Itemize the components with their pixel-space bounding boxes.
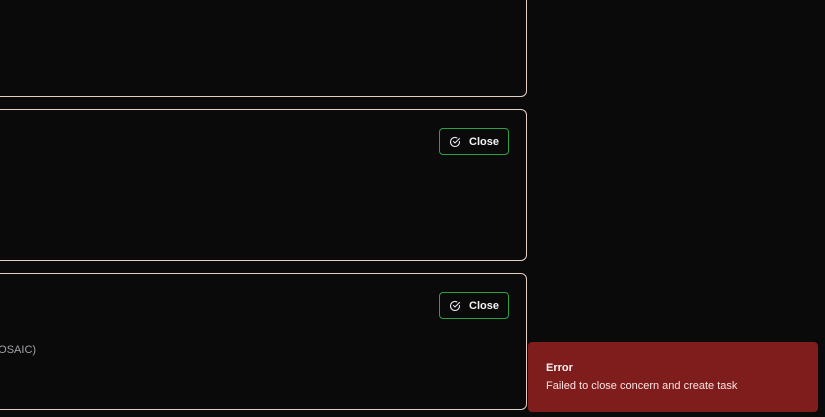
- close-button-label: Close: [469, 135, 499, 148]
- toast-message: Failed to close concern and create task: [546, 380, 738, 392]
- check-circle-icon: [449, 136, 461, 148]
- concern-detail-text: MOSAIC): [0, 344, 37, 356]
- toast-title: Error: [546, 362, 573, 374]
- concern-card: Close MOSAIC): [0, 273, 527, 410]
- page: Close Close MOSAIC) Error Failed to clos…: [0, 0, 825, 417]
- concern-card: Close: [0, 109, 527, 261]
- error-toast[interactable]: Error Failed to close concern and create…: [528, 342, 818, 412]
- concern-card: [0, 0, 527, 97]
- check-circle-icon: [449, 300, 461, 312]
- close-button-label: Close: [469, 299, 499, 312]
- close-concern-button[interactable]: Close: [439, 292, 509, 319]
- close-concern-button[interactable]: Close: [439, 128, 509, 155]
